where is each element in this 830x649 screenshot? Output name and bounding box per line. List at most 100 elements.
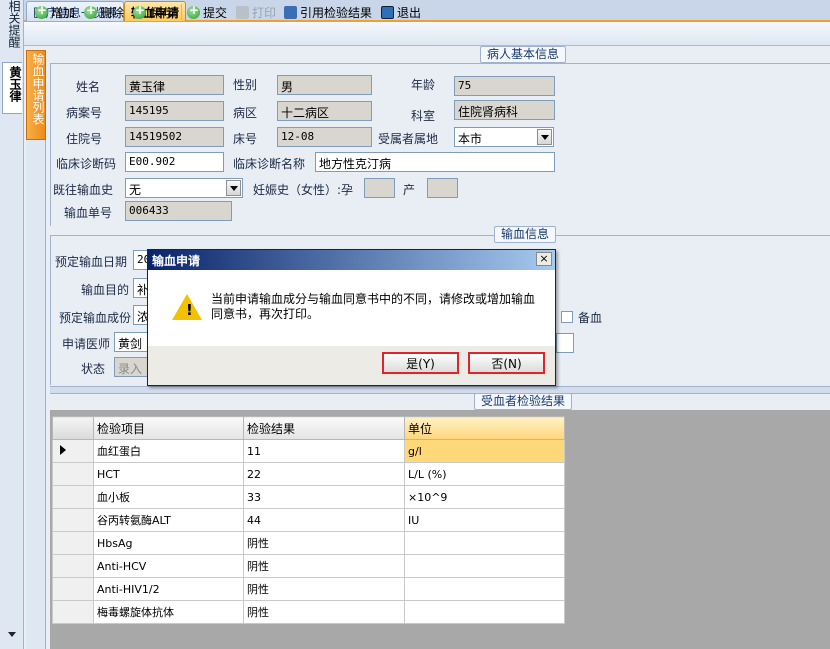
- cell-unit[interactable]: g/l: [404, 439, 565, 463]
- related-reminder-tab[interactable]: 相关提醒: [3, 0, 21, 58]
- birth-field[interactable]: [427, 178, 458, 198]
- cell-item[interactable]: HbsAg: [93, 531, 244, 555]
- cell-unit[interactable]: IU: [404, 508, 565, 532]
- birth-label: 产: [403, 183, 416, 197]
- residence-select[interactable]: 本市: [454, 127, 554, 147]
- extra-input[interactable]: [556, 333, 574, 353]
- yes-button[interactable]: 是(Y): [382, 352, 459, 374]
- splitter[interactable]: [50, 386, 830, 394]
- submit-button[interactable]: 提交: [187, 3, 227, 21]
- backup-checkbox[interactable]: [561, 311, 573, 323]
- row-indicator[interactable]: [52, 600, 94, 624]
- save-button[interactable]: 保存: [133, 3, 173, 21]
- submit-icon: [187, 3, 200, 19]
- cell-result[interactable]: 11: [243, 439, 405, 463]
- cell-unit[interactable]: [404, 577, 565, 601]
- chevron-down-icon[interactable]: [537, 129, 552, 145]
- row-indicator[interactable]: [52, 508, 94, 532]
- table-row[interactable]: HCT 22 L/L (%): [52, 462, 565, 486]
- row-indicator[interactable]: [52, 554, 94, 578]
- diag-code-label: 临床诊断码: [56, 157, 117, 171]
- cell-item[interactable]: HCT: [93, 462, 244, 486]
- cell-unit[interactable]: ×10^9: [404, 485, 565, 509]
- column-header-result[interactable]: 检验结果: [243, 416, 405, 440]
- row-indicator[interactable]: [52, 485, 94, 509]
- delete-icon: [84, 3, 97, 19]
- pregnancy-field[interactable]: [364, 178, 395, 198]
- cell-unit[interactable]: [404, 531, 565, 555]
- exit-button[interactable]: 退出: [381, 3, 421, 21]
- row-indicator[interactable]: [52, 462, 94, 486]
- table-header-row: 检验项目 检验结果 单位: [52, 416, 565, 440]
- dialog-title-bar[interactable]: 输血申请: [148, 250, 555, 270]
- cell-unit[interactable]: [404, 600, 565, 624]
- dept-field[interactable]: 住院肾病科: [454, 100, 555, 120]
- chevron-down-icon[interactable]: [226, 180, 241, 196]
- toolbar: [24, 22, 830, 46]
- cell-result[interactable]: 33: [243, 485, 405, 509]
- dialog-title: 输血申请: [152, 254, 201, 268]
- table-row[interactable]: Anti-HCV 阴性: [52, 554, 565, 578]
- diag-code-input[interactable]: E00.902: [125, 152, 224, 172]
- scroll-down-icon[interactable]: [8, 632, 16, 637]
- cell-item[interactable]: 梅毒螺旋体抗体: [93, 600, 244, 624]
- patient-tab[interactable]: 黄玉律: [2, 62, 22, 114]
- row-indicator[interactable]: [52, 439, 94, 463]
- cell-item[interactable]: 血小板: [93, 485, 244, 509]
- cell-result[interactable]: 阴性: [243, 577, 405, 601]
- cell-item[interactable]: Anti-HIV1/2: [93, 577, 244, 601]
- case-no-field[interactable]: 145195: [125, 101, 224, 121]
- purpose-label: 输血目的: [81, 283, 130, 297]
- print-button[interactable]: 打印: [236, 3, 276, 21]
- add-button[interactable]: 增加: [35, 3, 75, 21]
- table-row[interactable]: 梅毒螺旋体抗体 阴性: [52, 600, 565, 624]
- no-button[interactable]: 否(N): [468, 352, 545, 374]
- cell-result[interactable]: 阴性: [243, 554, 405, 578]
- cell-item[interactable]: 血红蛋白: [93, 439, 244, 463]
- admission-no-field[interactable]: 14519502: [125, 127, 224, 147]
- age-field[interactable]: 75: [454, 76, 555, 96]
- ward-label: 病区: [233, 106, 258, 120]
- cell-unit[interactable]: L/L (%): [404, 462, 565, 486]
- table-row[interactable]: 血小板 33 ×10^9: [52, 485, 565, 509]
- admission-no-label: 住院号: [66, 132, 103, 146]
- table-row[interactable]: Anti-HIV1/2 阴性: [52, 577, 565, 601]
- lab-results-table: 检验项目 检验结果 单位 血红蛋白 11 g/l HCT 22 L/L (%) …: [52, 416, 565, 624]
- table-row[interactable]: 血红蛋白 11 g/l: [52, 439, 565, 463]
- gender-field[interactable]: 男: [277, 75, 372, 95]
- document-icon: [284, 5, 297, 19]
- add-icon: [35, 3, 48, 19]
- cell-result[interactable]: 阴性: [243, 531, 405, 555]
- cell-result[interactable]: 44: [243, 508, 405, 532]
- column-header-unit[interactable]: 单位: [404, 416, 565, 440]
- cell-unit[interactable]: [404, 554, 565, 578]
- cell-item[interactable]: 谷丙转氨酶ALT: [93, 508, 244, 532]
- row-indicator[interactable]: [52, 531, 94, 555]
- diag-name-input[interactable]: 地方性克汀病: [315, 152, 555, 172]
- doctor-label: 申请医师: [62, 337, 111, 351]
- name-field[interactable]: 黄玉律: [125, 75, 224, 95]
- delete-button[interactable]: 删除: [84, 3, 124, 21]
- close-button[interactable]: ×: [536, 252, 552, 266]
- planned-component-label: 预定输血成份: [59, 311, 132, 325]
- request-no-field[interactable]: 006433: [125, 201, 232, 221]
- table-row[interactable]: 谷丙转氨酶ALT 44 IU: [52, 508, 565, 532]
- select-all-cell[interactable]: [52, 416, 94, 440]
- toolbar-divider: [181, 4, 182, 20]
- row-indicator[interactable]: [52, 577, 94, 601]
- transfusion-list-panel-tab[interactable]: 输血申请列表: [26, 50, 46, 140]
- bed-field[interactable]: 12-08: [277, 127, 372, 147]
- pregnancy-label: 妊娠史（女性）:孕: [253, 183, 354, 197]
- save-icon: [133, 3, 146, 19]
- cite-results-button[interactable]: 引用检验结果: [284, 3, 372, 21]
- cell-item[interactable]: Anti-HCV: [93, 554, 244, 578]
- cell-result[interactable]: 22: [243, 462, 405, 486]
- column-header-item[interactable]: 检验项目: [93, 416, 244, 440]
- case-no-label: 病案号: [66, 106, 103, 120]
- table-row[interactable]: HbsAg 阴性: [52, 531, 565, 555]
- age-label: 年龄: [411, 78, 436, 92]
- dialog-message: 当前申请输血成分与输血同意书中的不同，请修改或增加输血同意书，再次打印。: [211, 292, 536, 321]
- cell-result[interactable]: 阴性: [243, 600, 405, 624]
- history-select[interactable]: 无: [125, 178, 243, 198]
- ward-field[interactable]: 十二病区: [277, 101, 372, 121]
